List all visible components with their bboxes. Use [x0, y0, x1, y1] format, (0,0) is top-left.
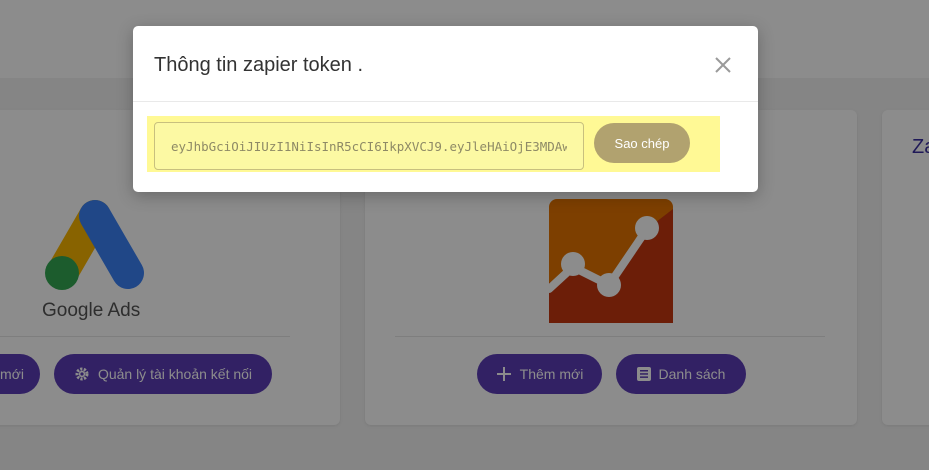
close-icon[interactable]	[712, 54, 734, 76]
modal-header: Thông tin zapier token .	[133, 26, 758, 102]
token-input[interactable]	[154, 122, 584, 170]
copy-button[interactable]: Sao chép	[594, 123, 690, 163]
zapier-token-modal: Thông tin zapier token . Sao chép	[133, 26, 758, 192]
modal-title: Thông tin zapier token .	[154, 54, 364, 76]
token-highlight: Sao chép	[147, 116, 720, 172]
